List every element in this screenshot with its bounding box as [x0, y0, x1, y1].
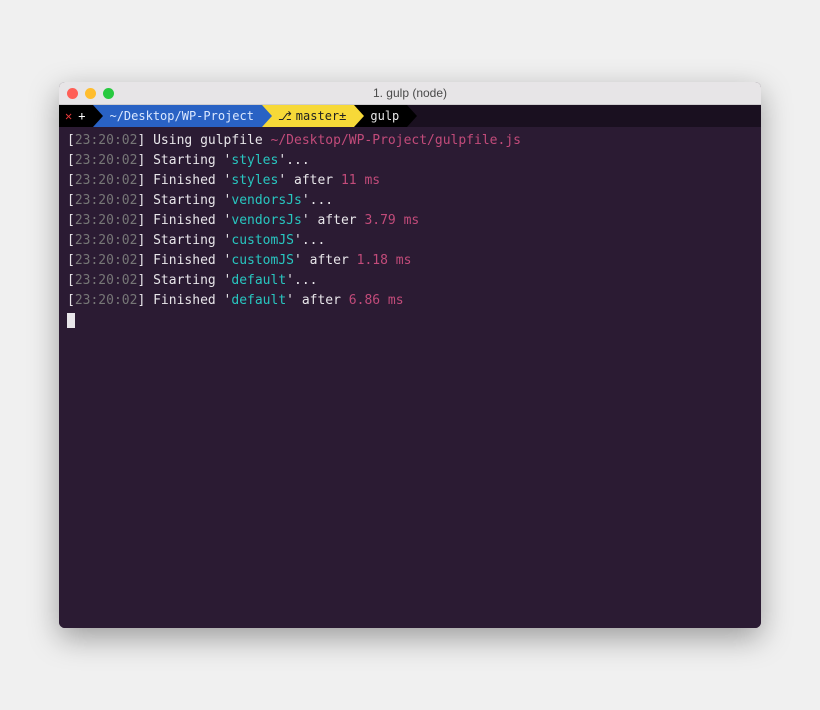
cwd-text: ~/Desktop/WP-Project: [109, 105, 254, 127]
log-line: [23:20:02] Finished 'vendorsJs' after 3.…: [67, 211, 753, 231]
terminal-output[interactable]: [23:20:02] Using gulpfile ~/Desktop/WP-P…: [59, 127, 761, 628]
cursor-icon: [67, 313, 75, 328]
prompt-status-segment: ✕ +: [59, 105, 93, 127]
log-line: [23:20:02] Using gulpfile ~/Desktop/WP-P…: [67, 131, 753, 151]
log-line: [23:20:02] Starting 'styles'...: [67, 151, 753, 171]
prompt-cwd-segment: ~/Desktop/WP-Project: [93, 105, 262, 127]
terminal-window: 1. gulp (node) ✕ + ~/Desktop/WP-Project …: [59, 82, 761, 628]
prompt-git-segment: ⎇ master±: [262, 105, 354, 127]
prompt-bar: ✕ + ~/Desktop/WP-Project ⎇ master± gulp: [59, 105, 761, 127]
window-title: 1. gulp (node): [59, 86, 761, 100]
cursor-line: [67, 311, 753, 335]
log-line: [23:20:02] Starting 'vendorsJs'...: [67, 191, 753, 211]
log-line: [23:20:02] Finished 'styles' after 11 ms: [67, 171, 753, 191]
error-status-icon: ✕: [65, 105, 72, 127]
titlebar[interactable]: 1. gulp (node): [59, 82, 761, 105]
git-branch-icon: ⎇: [278, 105, 292, 127]
log-line: [23:20:02] Finished 'customJS' after 1.1…: [67, 251, 753, 271]
log-line: [23:20:02] Finished 'default' after 6.86…: [67, 291, 753, 311]
command-text: gulp: [370, 105, 399, 127]
log-line: [23:20:02] Starting 'default'...: [67, 271, 753, 291]
plus-icon: +: [78, 105, 85, 127]
git-branch-name: master±: [296, 105, 347, 127]
log-line: [23:20:02] Starting 'customJS'...: [67, 231, 753, 251]
